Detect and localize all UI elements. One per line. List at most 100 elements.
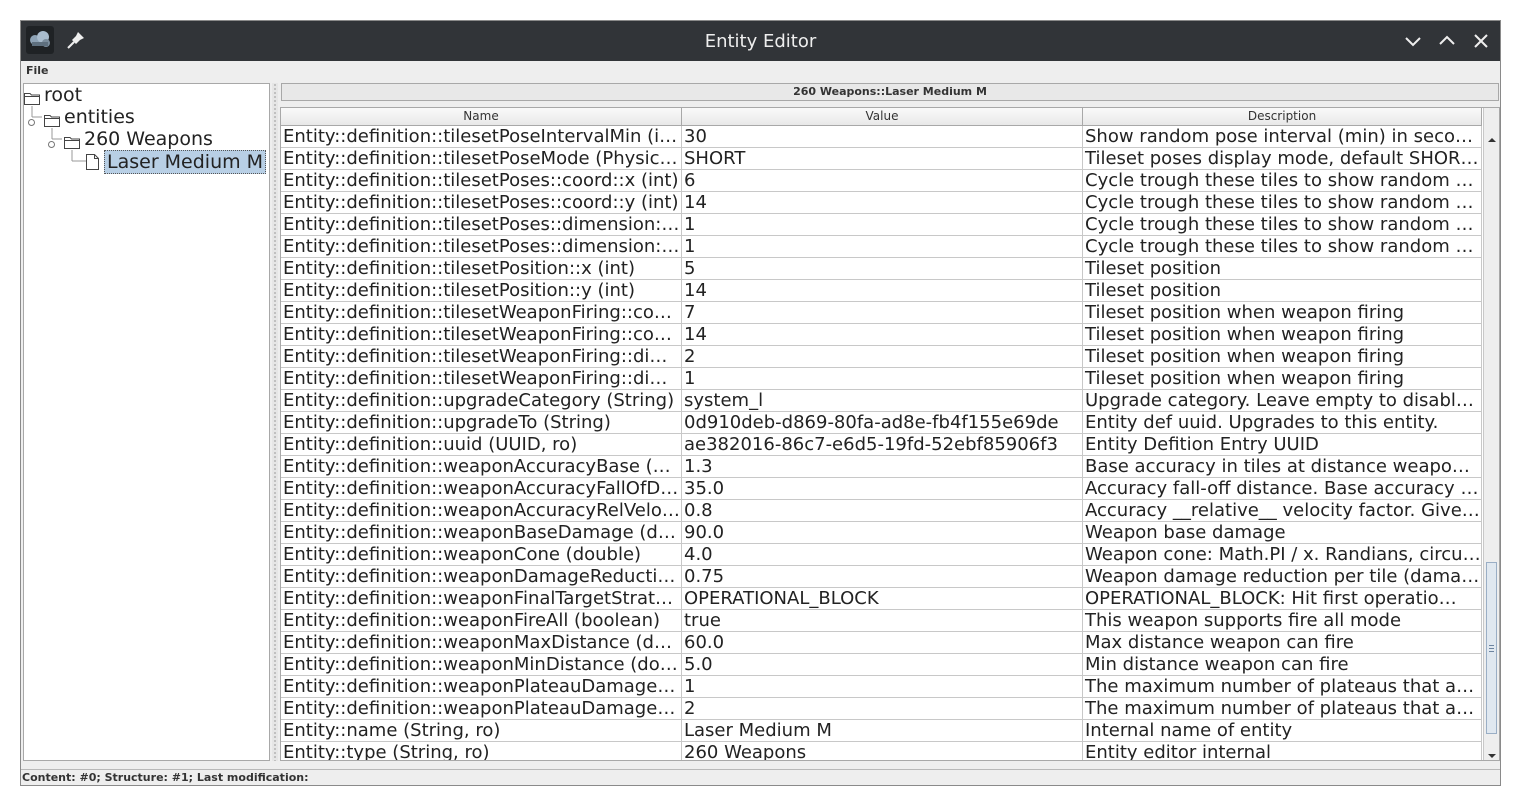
table-row[interactable]: Entity::type (String, ro) 260 Weapons Enti… (281, 742, 1482, 760)
cell-name: Entity::name (String, ro) (281, 720, 682, 742)
table-row[interactable]: Entity::definition::tilesetPoses::dimens… (281, 214, 1482, 236)
table-row[interactable]: Entity::definition::weaponPlateauDamageH… (281, 676, 1482, 698)
tree-node-entities[interactable]: entities (44, 106, 264, 128)
cell-value[interactable]: 7 (682, 302, 1083, 324)
cell-value[interactable]: 14 (682, 280, 1083, 302)
cell-name: Entity::definition::weaponFireAll (boole… (281, 610, 682, 632)
table-row[interactable]: Entity::definition::tilesetWeaponFiring:… (281, 368, 1482, 390)
cell-value[interactable]: SHORT (682, 148, 1083, 170)
table-row[interactable]: Entity::definition::tilesetWeaponFiring:… (281, 346, 1482, 368)
table-row[interactable]: Entity::definition::upgradeCategory (Str… (281, 390, 1482, 412)
cell-value[interactable]: 1 (682, 236, 1083, 258)
properties-table[interactable]: Name Value Description Entity::definitio… (280, 107, 1500, 761)
cell-value[interactable]: 14 (682, 192, 1083, 214)
table-row[interactable]: Entity::definition::weaponMinDistance (d… (281, 654, 1482, 676)
cell-value[interactable]: 0.75 (682, 566, 1083, 588)
expand-toggle-icon[interactable] (27, 112, 36, 126)
cell-name: Entity::definition::weaponAccuracyBase (… (283, 456, 682, 478)
table-row[interactable]: Entity::definition::weaponAccuracyFallOf… (281, 478, 1482, 500)
table-row[interactable]: Entity::definition::weaponFinalTargetStr… (281, 588, 1482, 610)
cell-value[interactable]: 1.3 (682, 456, 1083, 478)
cell-value[interactable]: 2 (682, 346, 1083, 368)
cell-value[interactable]: 5.0 (682, 654, 1083, 676)
scroll-thumb[interactable] (1486, 562, 1497, 734)
cell-value[interactable]: 1 (682, 368, 1083, 390)
scroll-down-icon[interactable] (1487, 746, 1497, 758)
tree-node-root[interactable]: root (24, 84, 264, 106)
cell-value[interactable]: 6 (682, 170, 1083, 192)
table-row[interactable]: Entity::definition::weaponPlateauDamageS… (281, 698, 1482, 720)
chevron-up-icon[interactable] (1437, 31, 1457, 51)
vertical-scrollbar[interactable] (1483, 108, 1499, 760)
cell-description: Tileset position when weapon firing (1083, 368, 1482, 390)
cell-description: Entity editor internal (1083, 742, 1482, 760)
split-pane-divider[interactable] (272, 83, 278, 761)
cell-name: Entity::definition::tilesetPoses::coord:… (281, 192, 682, 214)
menu-bar: File (21, 61, 1500, 82)
cell-name: Entity::definition::weaponBaseDamage (do… (283, 522, 682, 544)
thumb-grip (1489, 648, 1494, 649)
table-row[interactable]: Entity::definition::tilesetPoses::dimens… (281, 236, 1482, 258)
tree-node-laser-medium-m[interactable]: Laser Medium M (86, 150, 267, 174)
column-header-value[interactable]: Value (682, 108, 1083, 126)
cell-value[interactable]: 0.8 (682, 500, 1083, 522)
cell-value[interactable]: 35.0 (682, 478, 1083, 500)
cell-value[interactable]: 260 Weapons (682, 742, 1083, 760)
chevron-down-icon[interactable] (1403, 31, 1423, 51)
table-row[interactable]: Entity::definition::tilesetWeaponFiring:… (281, 324, 1482, 346)
close-icon[interactable] (1471, 31, 1491, 51)
cell-value[interactable]: 5 (682, 258, 1083, 280)
cell-description: Max distance weapon can fire (1083, 632, 1482, 654)
table-row[interactable]: Entity::definition::upgradeTo (String) 0d… (281, 412, 1482, 434)
table-row[interactable]: Entity::definition::tilesetWeaponFiring:… (281, 302, 1482, 324)
table-row[interactable]: Entity::definition::tilesetPoseMode (Phy… (281, 148, 1482, 170)
column-header-description[interactable]: Description (1083, 108, 1482, 126)
cell-name: Entity::definition::tilesetPoseMode (Phy… (283, 148, 682, 170)
table-row[interactable]: Entity::definition::weaponBaseDamage (do… (281, 522, 1482, 544)
table-row[interactable]: Entity::definition::weaponMaxDistance (d… (281, 632, 1482, 654)
cell-value[interactable]: 4.0 (682, 544, 1083, 566)
table-row[interactable]: Entity::definition::weaponDamageReductio… (281, 566, 1482, 588)
table-row[interactable]: Entity::definition::weaponCone (double) 4… (281, 544, 1482, 566)
scroll-up-icon[interactable] (1487, 130, 1497, 142)
cell-value[interactable]: true (682, 610, 1083, 632)
cell-value[interactable]: OPERATIONAL_BLOCK (682, 588, 1083, 610)
cell-value[interactable]: 1 (682, 214, 1083, 236)
title-bar[interactable]: Entity Editor (21, 21, 1500, 61)
cell-value[interactable]: 14 (682, 324, 1083, 346)
table-row[interactable]: Entity::definition::weaponAccuracyBase (… (281, 456, 1482, 478)
table-row[interactable]: Entity::definition::tilesetPosition::x (… (281, 258, 1482, 280)
cell-name: Entity::definition::weaponCone (double) (281, 544, 682, 566)
expand-toggle-icon[interactable] (47, 134, 56, 148)
cell-name: Entity::type (String, ro) (281, 742, 682, 760)
table-row[interactable]: Entity::definition::weaponAccuracyRelVel… (281, 500, 1482, 522)
menu-file[interactable]: File (26, 64, 49, 77)
cell-value[interactable]: 30 (682, 126, 1083, 148)
table-row[interactable]: Entity::definition::tilesetPosition::y (… (281, 280, 1482, 302)
cell-name: Entity::definition::tilesetPoses::dimens… (283, 236, 682, 258)
cell-name: Entity::definition::weaponFinalTargetStr… (283, 588, 682, 610)
cell-value[interactable]: system_l (682, 390, 1083, 412)
tree-node-260-weapons[interactable]: 260 Weapons (64, 128, 264, 150)
cell-value[interactable]: 2 (682, 698, 1083, 720)
cell-value[interactable]: ae382016-86c7-e6d5-19fd-52ebf85906f3 (682, 434, 1083, 456)
column-header-name[interactable]: Name (281, 108, 682, 126)
cell-value[interactable]: 1 (682, 676, 1083, 698)
table-row[interactable]: Entity::definition::weaponFireAll (boole… (281, 610, 1482, 632)
table-row[interactable]: Entity::definition::uuid (UUID, ro) ae382… (281, 434, 1482, 456)
tree-panel[interactable]: root entities 260 Weapons Laser Medium M (23, 83, 270, 761)
table-row[interactable]: Entity::definition::tilesetPoses::coord:… (281, 170, 1482, 192)
cell-value[interactable]: 60.0 (682, 632, 1083, 654)
cell-value[interactable]: 0d910deb-d869-80fa-ad8e-fb4f155e69de (682, 412, 1083, 434)
table-row[interactable]: Entity::definition::tilesetPoseIntervalM… (281, 126, 1482, 148)
tree-label-260-weapons: 260 Weapons (84, 128, 213, 150)
cell-description: The maximum number of plateaus that are … (1085, 676, 1482, 698)
cell-name: Entity::definition::tilesetPoses::dimens… (283, 214, 682, 236)
cell-value[interactable]: 90.0 (682, 522, 1083, 544)
table-row[interactable]: Entity::name (String, ro) Laser Medium MI… (281, 720, 1482, 742)
cell-name: Entity::definition::uuid (UUID, ro) (281, 434, 682, 456)
cell-description: This weapon supports fire all mode (1083, 610, 1482, 632)
properties-panel: 260 Weapons::Laser Medium M Name Value D… (280, 83, 1500, 763)
table-row[interactable]: Entity::definition::tilesetPoses::coord:… (281, 192, 1482, 214)
cell-value[interactable]: Laser Medium M (682, 720, 1083, 742)
